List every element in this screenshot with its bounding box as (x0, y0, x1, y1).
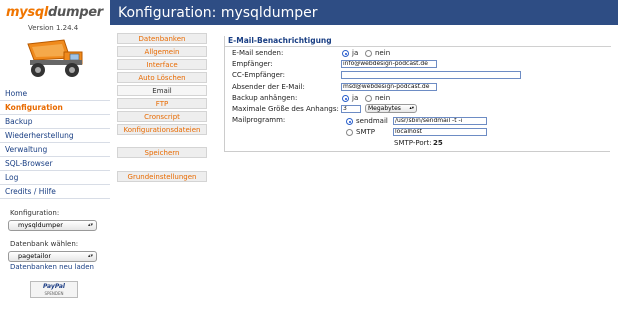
tab-datenbanken[interactable]: Datenbanken (117, 33, 207, 44)
select-arrows-icon: ▴▾ (87, 222, 93, 228)
mailer-smtp-label: SMTP (356, 128, 375, 136)
nav-item-home[interactable]: Home (0, 87, 110, 101)
save-button[interactable]: Speichern (117, 147, 207, 158)
mailer-sendmail-radio[interactable] (346, 118, 353, 125)
config-select[interactable]: mysqldumper ▴▾ (8, 220, 97, 231)
paypal-subtext: SPENDEN (44, 291, 64, 296)
mailer-label: Mailprogramm: (232, 116, 286, 124)
max-attachment-size-label: Maximale Größe des Anhangs: (232, 105, 339, 113)
page-header: Konfiguration: mysqldumper (110, 0, 618, 25)
select-arrows-icon: ▴▾ (409, 106, 414, 111)
database-select[interactable]: pagetailor ▴▾ (8, 251, 97, 262)
max-attachment-size-input[interactable]: 3 (341, 105, 361, 113)
tab-email[interactable]: Email (117, 85, 207, 96)
send-email-yes-radio[interactable] (342, 50, 349, 57)
send-email-no-label: nein (375, 49, 391, 57)
recipient-input[interactable]: info@webdesign-podcast.de (341, 60, 437, 68)
nav-item-wiederherstellung[interactable]: Wiederherstellung (0, 129, 110, 143)
attach-backup-no-label: nein (375, 94, 391, 102)
nav-item-backup[interactable]: Backup (0, 115, 110, 129)
sendmail-path-input[interactable]: /usr/sbin/sendmail -t -i (393, 117, 487, 125)
logo-part-dumper: dumper (48, 5, 103, 20)
cc-label: CC-Empfänger: (232, 71, 286, 79)
send-email-yes-label: ja (352, 49, 359, 57)
sender-label: Absender der E-Mail: (232, 83, 305, 91)
attach-backup-yes-radio[interactable] (342, 95, 349, 102)
logo-part-mysql: mysql (6, 5, 49, 20)
select-arrows-icon: ▴▾ (87, 253, 93, 259)
nav-item-sql-browser[interactable]: SQL-Browser (0, 157, 110, 171)
cc-input[interactable] (341, 71, 521, 79)
config-select-value: mysqldumper (18, 221, 63, 229)
nav-item-verwaltung[interactable]: Verwaltung (0, 143, 110, 157)
attachment-size-unit-value: Megabytes (368, 105, 401, 112)
mailer-smtp-radio[interactable] (346, 129, 353, 136)
dump-truck-icon (27, 39, 83, 77)
attach-backup-label: Backup anhängen: (232, 94, 298, 102)
defaults-button[interactable]: Grundeinstellungen (117, 171, 207, 182)
smtp-port-label: SMTP-Port: (394, 139, 432, 147)
nav-item-konfiguration[interactable]: Konfiguration (0, 101, 110, 115)
database-select-value: pagetailor (18, 252, 52, 260)
panel-divider (225, 46, 611, 47)
tab-auto-loeschen[interactable]: Auto Löschen (117, 72, 207, 83)
app-logo[interactable]: mysqldumper (6, 5, 103, 21)
left-column: mysqldumper Version 1.24.4 Home Konfigur… (0, 0, 110, 331)
nav-item-log[interactable]: Log (0, 171, 110, 185)
reload-databases-link[interactable]: Datenbanken neu laden (10, 263, 94, 271)
paypal-donate-button[interactable]: PayPal SPENDEN (30, 281, 78, 298)
mailer-sendmail-label: sendmail (356, 117, 388, 125)
main-nav: Home Konfiguration Backup Wiederherstell… (0, 87, 110, 199)
panel-title: E-Mail-Benachrichtigung (228, 36, 332, 45)
email-settings-panel: E-Mail-Benachrichtigung E-Mail senden: j… (224, 36, 611, 152)
config-tabs: Datenbanken Allgemein Interface Auto Lös… (117, 33, 207, 184)
tab-ftp[interactable]: FTP (117, 98, 207, 109)
attach-backup-yes-label: ja (352, 94, 359, 102)
version-label: Version 1.24.4 (28, 24, 79, 32)
smtp-port-value: 25 (433, 139, 443, 147)
paypal-logo-text: PayPal (43, 283, 65, 290)
tab-cronscript[interactable]: Cronscript (117, 111, 207, 122)
send-email-no-radio[interactable] (365, 50, 372, 57)
tab-allgemein[interactable]: Allgemein (117, 46, 207, 57)
nav-item-credits[interactable]: Credits / Hilfe (0, 185, 110, 199)
send-email-label: E-Mail senden: (232, 49, 284, 57)
attach-backup-no-radio[interactable] (365, 95, 372, 102)
config-select-label: Konfiguration: (10, 209, 60, 217)
database-select-label: Datenbank wählen: (10, 240, 79, 248)
attachment-size-unit-select[interactable]: Megabytes ▴▾ (365, 104, 417, 113)
recipient-label: Empfänger: (232, 60, 273, 68)
sender-input[interactable]: msd@webdesign-podcast.de (341, 83, 437, 91)
smtp-host-input[interactable]: localhost (393, 128, 487, 136)
page-title: Konfiguration: mysqldumper (118, 5, 318, 21)
tab-konfigurationsdateien[interactable]: Konfigurationsdateien (117, 124, 207, 135)
tab-interface[interactable]: Interface (117, 59, 207, 70)
